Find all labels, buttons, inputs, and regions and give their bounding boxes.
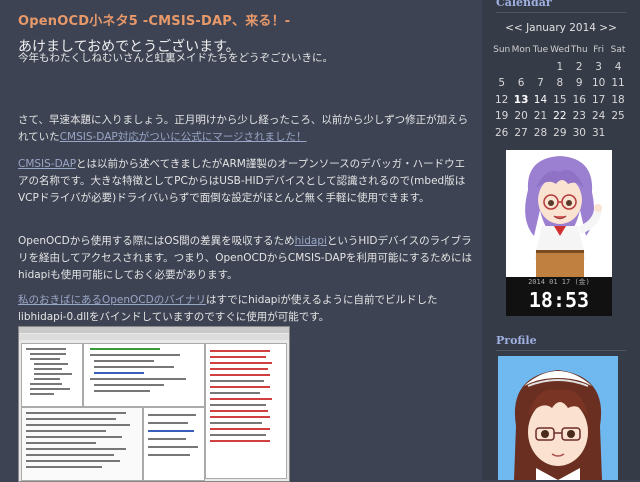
calendar-week-row: 26 27 28 29 30 31 — [492, 125, 628, 142]
ide-editor — [83, 343, 205, 407]
binary-link[interactable]: 私のおきばにあるOpenOCDのバイナリ — [18, 294, 206, 306]
calendar-week-row: 19 20 21 22 23 24 25 — [492, 108, 628, 125]
calendar-day: 11 — [611, 77, 625, 89]
calendar-week-row: 5 6 7 8 9 10 11 — [492, 75, 628, 92]
anime-character-image — [525, 156, 602, 280]
hidapi-link[interactable]: hidapi — [295, 235, 327, 247]
calendar-day: 27 — [514, 126, 528, 139]
calendar-empty-cell — [608, 125, 627, 142]
main-content: OpenOCD小ネタ5 -CMSIS-DAP、来る！- あけましておめでとうござ… — [0, 0, 482, 482]
calendar-day[interactable]: 13 — [511, 92, 530, 109]
calendar-day: 16 — [572, 93, 586, 106]
calendar-day: 8 — [556, 77, 564, 89]
calendar-week-row: 1234 — [492, 59, 628, 76]
paragraph-hidapi: OpenOCDから使用する際にはOS間の差異を吸収するためhidapiというHI… — [18, 233, 473, 284]
calendar-day: 25 — [611, 110, 625, 122]
calendar-day: 5 — [498, 77, 506, 89]
cmsis-dap-link[interactable]: CMSIS-DAP — [18, 158, 76, 170]
calendar-day: 30 — [572, 126, 586, 139]
profile-heading: Profile — [496, 334, 537, 347]
ide-disassembly — [143, 407, 205, 481]
calendar-weekday: Fri — [593, 45, 605, 55]
calendar-month-nav: << January 2014 >> — [496, 22, 626, 34]
calendar-next-link[interactable]: >> — [599, 22, 617, 34]
calendar-empty-cell — [511, 59, 530, 76]
calendar-day: 21 — [533, 110, 548, 122]
calendar-day: 15 — [553, 93, 567, 106]
calendar-empty-cell — [492, 59, 511, 76]
calendar-divider — [496, 12, 626, 13]
calendar-day: 6 — [517, 77, 525, 89]
paragraph-intro: さて、早速本題に入りましょう。正月明けから少し経ったころ、以前から少しずつ修正が… — [18, 112, 473, 146]
calendar-day[interactable]: 22 — [550, 108, 569, 125]
calendar-weekday: Mon — [511, 45, 531, 55]
calendar-day: 20 — [514, 110, 528, 122]
ide-project-tree — [21, 343, 83, 407]
calendar-day: 9 — [575, 77, 583, 89]
calendar-day: 7 — [537, 77, 544, 89]
calendar-weekday: Sat — [610, 45, 626, 55]
calendar-day: 23 — [572, 110, 586, 122]
merge-link[interactable]: CMSIS-DAP対応がついに公式にマージされました！ — [60, 131, 307, 143]
maid-character-image — [498, 356, 618, 480]
hidapi-text-a: OpenOCDから使用する際にはOS間の差異を吸収するため — [18, 235, 295, 247]
ide-screenshot-image[interactable] — [18, 326, 290, 482]
clock-widget: 2014 01 17 (金) 18:53 — [506, 150, 612, 316]
paragraph-binary: 私のおきばにあるOpenOCDのバイナリはすでにhidapiが使えるように自前で… — [18, 292, 473, 326]
calendar-weekday: Wed — [550, 45, 570, 55]
calendar-heading: Calendar — [496, 0, 552, 9]
profile-avatar — [498, 356, 618, 480]
ide-titlebar — [19, 327, 289, 333]
calendar-day: 2 — [575, 60, 583, 73]
calendar-week-row: 12 13 14 15 16 17 18 — [492, 92, 628, 109]
profile-divider — [496, 350, 626, 351]
calendar-weekday: Sun — [493, 45, 511, 55]
calendar-weekday-row: Sun Mon Tue Wed Thu Fri Sat — [492, 42, 628, 59]
ide-register-view — [205, 343, 287, 479]
paragraph-cmsis: CMSIS-DAPとは以前から述べてきましたがARM謹製のオープンソースのデバッ… — [18, 156, 473, 207]
calendar-prev-link[interactable]: << — [505, 22, 523, 34]
greeting-text: 今年もわたくしねむいさんと虹裏メイドたちをどうぞごひいきに。 — [18, 52, 333, 64]
calendar-day: 12 — [495, 93, 509, 106]
calendar-day: 1 — [556, 60, 564, 73]
calendar-weekday: Tue — [532, 45, 549, 55]
calendar-month-label: January 2014 — [526, 22, 596, 34]
calendar-day: 10 — [591, 77, 606, 89]
calendar-empty-cell — [531, 59, 550, 76]
calendar-day: 3 — [595, 60, 602, 73]
ide-toolbar — [19, 334, 289, 340]
calendar-day: 29 — [553, 126, 567, 139]
calendar-day: 18 — [611, 93, 625, 106]
post-title[interactable]: OpenOCD小ネタ5 -CMSIS-DAP、来る！- — [18, 10, 290, 29]
calendar-day: 26 — [495, 126, 509, 139]
calendar-day: 31 — [591, 126, 606, 139]
calendar-day: 4 — [614, 60, 622, 73]
calendar-weekday: Thu — [570, 45, 588, 55]
calendar-day: 28 — [533, 126, 548, 139]
calendar-day: 17 — [591, 93, 606, 106]
calendar-day: 24 — [591, 110, 606, 122]
clock-time: 18:53 — [506, 286, 612, 316]
calendar-day[interactable]: 14 — [531, 92, 550, 109]
cmsis-text: とは以前から述べてきましたがARM謹製のオープンソースのデバッガ・ハードウエアの… — [18, 158, 466, 204]
calendar-day: 19 — [495, 110, 509, 122]
calendar-grid: Sun Mon Tue Wed Thu Fri Sat 1 2 3 4 5 6 7 8 9 10 11 12 13 14… — [492, 42, 628, 141]
ide-console — [21, 407, 143, 481]
